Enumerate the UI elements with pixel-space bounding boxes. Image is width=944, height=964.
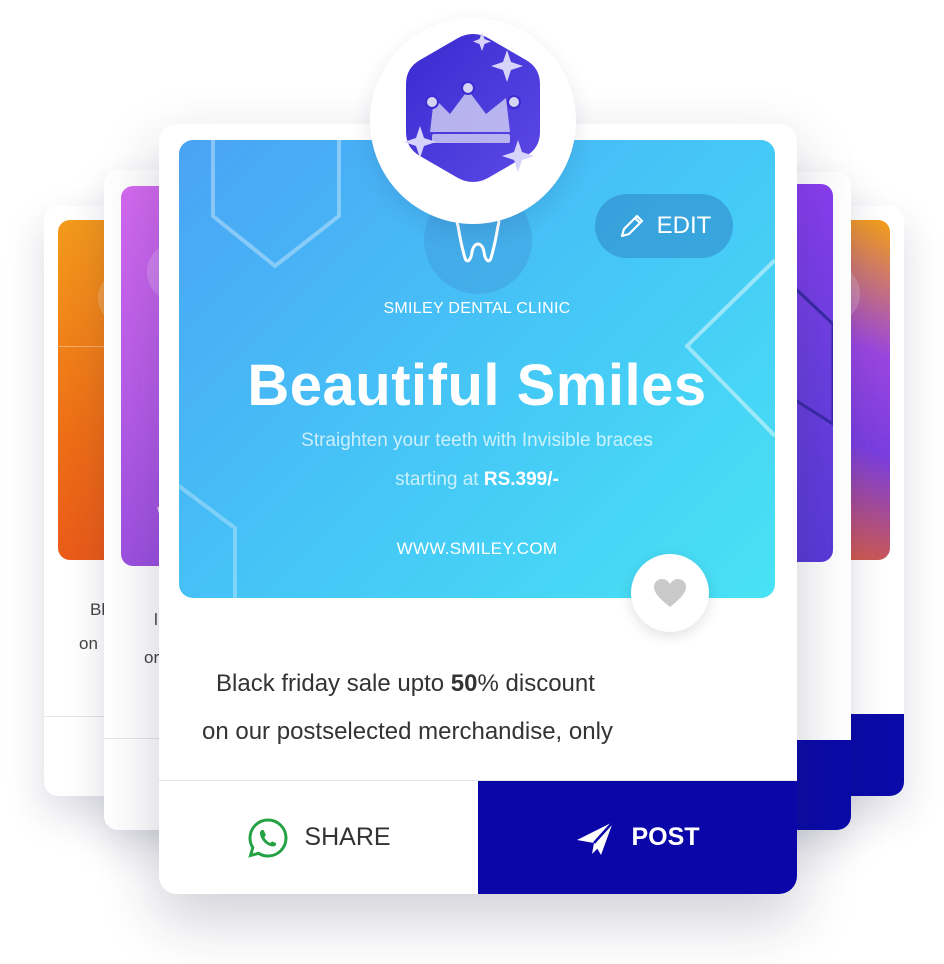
card-text-fragment: or	[144, 648, 160, 667]
desc-prefix: Black friday sale upto	[216, 670, 451, 697]
pencil-icon	[620, 214, 643, 238]
edit-button[interactable]: EDIT	[595, 194, 733, 258]
poster-price-line: starting at RS.399/-	[179, 469, 775, 491]
clinic-name: SMILEY DENTAL CLINIC	[383, 300, 571, 317]
whatsapp-icon	[248, 817, 288, 858]
poster-headline: Beautiful Smiles	[247, 353, 707, 418]
price-value: RS.399/-	[483, 469, 559, 490]
card-text-fragment: on	[79, 634, 98, 653]
poster-subline: Straighten your teeth with Invisible bra…	[301, 430, 653, 451]
price-prefix: starting at	[395, 469, 484, 490]
card-text-fragment: Bl	[90, 600, 106, 619]
template-card[interactable]: EDIT SMILEY DENTAL CLINIC Beautiful Smil…	[159, 124, 797, 894]
card-description-line1: Black friday sale upto 50% discount	[216, 670, 595, 698]
card-description-line2: on our postselected merchandise, only	[202, 718, 613, 745]
favorite-button[interactable]	[631, 554, 709, 632]
share-button[interactable]: SHARE	[159, 781, 478, 894]
poster-website: WWW.SMILEY.COM	[396, 539, 558, 558]
share-label: SHARE	[304, 823, 391, 851]
post-button[interactable]: POST	[478, 781, 797, 894]
post-label: POST	[631, 823, 700, 851]
desc-suffix: % discount	[477, 670, 595, 697]
edit-label: EDIT	[656, 212, 712, 239]
card-text-fragment: l	[154, 610, 158, 629]
heart-icon	[654, 579, 686, 607]
discount-value: 50	[450, 670, 478, 697]
paper-plane-icon	[577, 820, 615, 855]
premium-badge	[404, 32, 540, 182]
